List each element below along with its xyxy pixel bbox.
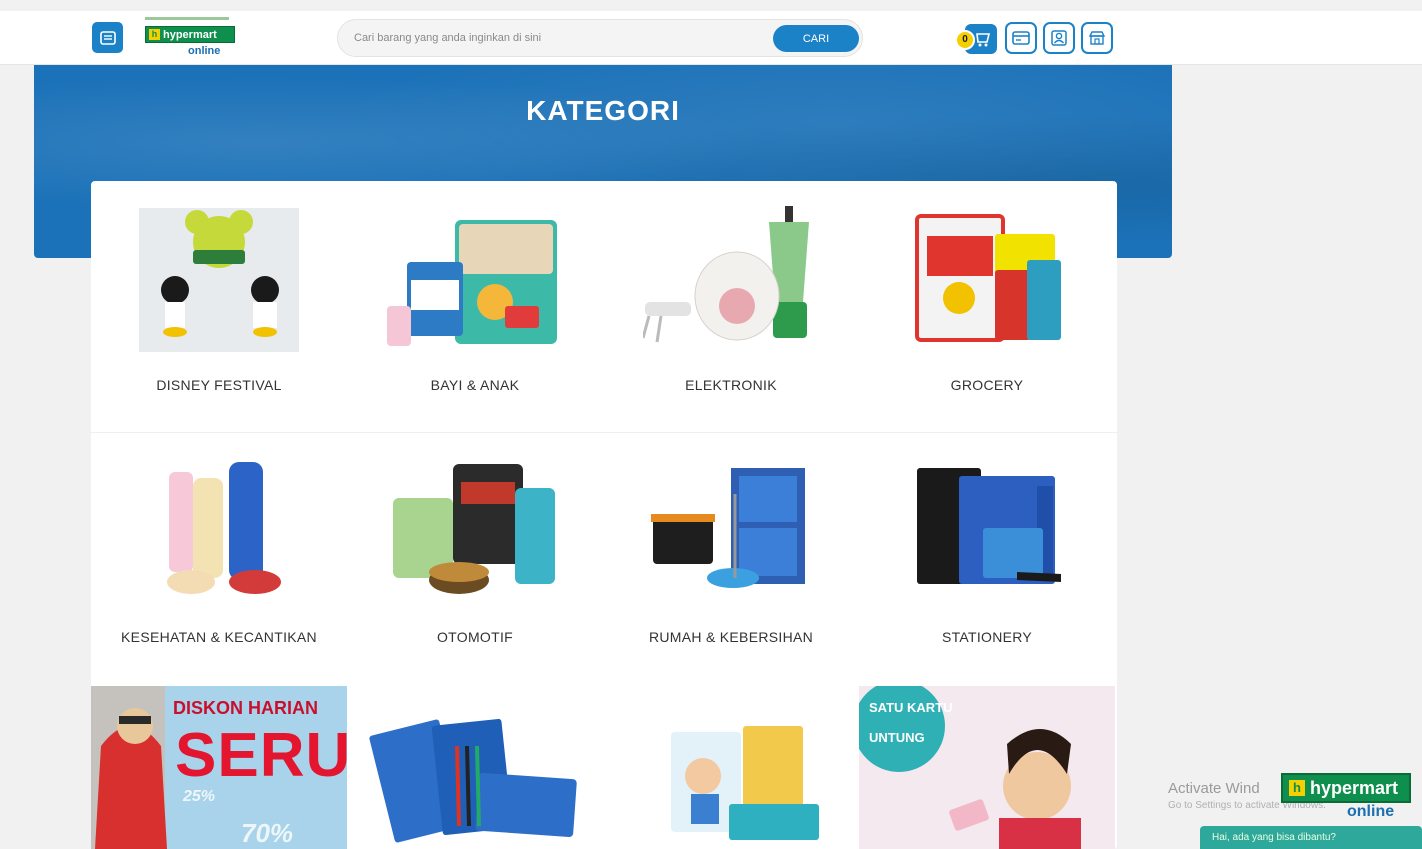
page-title: KATEGORI: [526, 95, 680, 126]
logo-brand: hypermart: [163, 28, 217, 41]
category-label: DISNEY FESTIVAL: [156, 377, 282, 393]
cart-count-badge: 0: [955, 30, 975, 50]
category-label: GROCERY: [950, 377, 1024, 393]
floating-logo-brand: hypermart: [1310, 777, 1399, 798]
logo-tagline: [145, 17, 229, 20]
top-strip: [0, 0, 1422, 11]
logo-h-icon: h: [149, 29, 160, 40]
health-beauty-image: [167, 462, 281, 594]
menu-button[interactable]: [92, 22, 123, 53]
category-elektronik[interactable]: ELEKTRONIK: [603, 181, 859, 431]
category-label: OTOMOTIF: [436, 629, 514, 645]
promo-kids[interactable]: [603, 686, 859, 849]
account-icon: [1051, 30, 1067, 46]
account-button[interactable]: [1043, 22, 1075, 54]
promo-satu-kartu[interactable]: SATU KARTU UNTUNG: [859, 686, 1115, 849]
floating-logo-mark: h hypermart: [1281, 773, 1411, 803]
category-disney-festival[interactable]: DISNEY FESTIVAL: [91, 181, 347, 431]
category-otomotif[interactable]: OTOMOTIF: [347, 433, 603, 683]
search-bar: CARI: [337, 19, 863, 57]
category-rumah-kebersihan[interactable]: RUMAH & KEBERSIHAN: [603, 433, 859, 683]
store-button[interactable]: [1081, 22, 1113, 54]
electronics-image: [643, 206, 809, 343]
logo-online-text: online: [188, 45, 221, 57]
card-button[interactable]: [1005, 22, 1037, 54]
disney-festival-image: [139, 208, 299, 352]
header-icons: 0: [955, 21, 1113, 55]
promo-headline: UNTUNG: [869, 730, 925, 745]
site-header: h hypermart online CARI 0: [0, 11, 1422, 65]
category-kesehatan-kecantikan[interactable]: KESEHATAN & KECANTIKAN: [91, 433, 347, 683]
menu-icon: [99, 30, 116, 45]
promo-headline: SERU: [175, 721, 347, 790]
category-bayi-anak[interactable]: BAYI & ANAK: [347, 181, 603, 431]
promo-percent: 70%: [241, 818, 294, 848]
stationery-promo-image: [347, 686, 603, 849]
search-button[interactable]: CARI: [773, 25, 859, 52]
logo-mark: h hypermart: [145, 26, 235, 43]
category-stationery[interactable]: STATIONERY: [859, 433, 1115, 683]
category-label: BAYI & ANAK: [430, 377, 520, 393]
promo-title: DISKON HARIAN: [173, 698, 319, 718]
stationery-image: [917, 468, 1061, 584]
automotive-image: [393, 464, 555, 594]
baby-products-image: [387, 220, 557, 346]
floating-logo-h-icon: h: [1289, 780, 1305, 796]
category-label: ELEKTRONIK: [685, 377, 777, 393]
category-label: RUMAH & KEBERSIHAN: [648, 629, 814, 645]
store-icon: [1088, 31, 1106, 45]
card-icon: [1012, 31, 1030, 45]
promo-percent: 25%: [183, 788, 216, 805]
category-grocery[interactable]: GROCERY: [859, 181, 1115, 431]
floating-logo-online: online: [1347, 803, 1395, 820]
floating-hypermart-logo[interactable]: h hypermart online: [1281, 770, 1411, 826]
kids-promo-image: [603, 686, 859, 849]
activate-windows-title: Activate Wind: [1168, 780, 1260, 797]
promo-title: SATU KARTU: [869, 700, 953, 715]
chat-widget[interactable]: Hai, ada yang bisa dibantu?: [1200, 826, 1422, 849]
household-image: [651, 468, 805, 588]
hypermart-logo[interactable]: h hypermart online: [142, 17, 236, 59]
category-label: KESEHATAN & KECANTIKAN: [121, 629, 317, 645]
cart-button[interactable]: 0: [955, 22, 999, 54]
promo-diskon-harian[interactable]: DISKON HARIAN SERU 25% 70%: [91, 686, 347, 849]
search-input[interactable]: [354, 29, 764, 47]
category-panel: DISNEY FESTIVAL BAYI & ANAK ELEKTRONIK G…: [91, 181, 1117, 849]
category-label: STATIONERY: [941, 629, 1033, 645]
grocery-image: [915, 214, 1061, 342]
promo-stationery[interactable]: [347, 686, 603, 849]
